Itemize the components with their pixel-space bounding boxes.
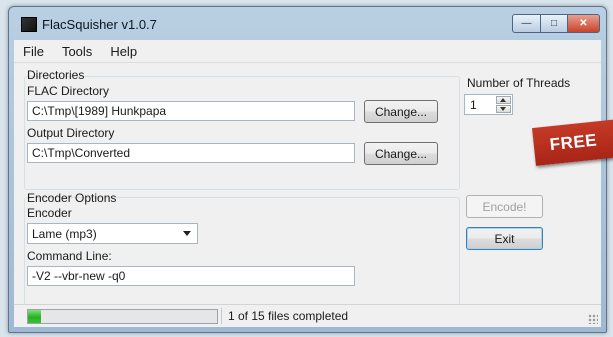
status-text: 1 of 15 files completed — [228, 309, 349, 323]
command-line-input[interactable]: -V2 --vbr-new -q0 — [27, 266, 355, 286]
encoder-select[interactable]: Lame (mp3) — [27, 223, 198, 244]
menu-file[interactable]: File — [14, 44, 53, 59]
command-line-label: Command Line: — [27, 249, 112, 263]
window-title: FlacSquisher v1.0.7 — [42, 17, 157, 32]
exit-button[interactable]: Exit — [466, 227, 543, 250]
status-bar: 1 of 15 files completed — [14, 304, 601, 327]
menu-tools[interactable]: Tools — [53, 44, 101, 59]
free-badge: FREE — [532, 118, 613, 166]
title-bar[interactable]: FlacSquisher v1.0.7 — □ ✕ — [9, 7, 606, 39]
maximize-button[interactable]: □ — [540, 14, 568, 33]
flac-change-button[interactable]: Change... — [364, 100, 438, 123]
spin-up-button[interactable] — [496, 96, 511, 104]
dropdown-arrow-icon — [183, 231, 191, 236]
app-icon — [21, 17, 37, 32]
threads-stepper[interactable]: 1 — [464, 94, 513, 115]
spin-down-button[interactable] — [496, 105, 511, 113]
status-divider — [221, 308, 222, 324]
close-button[interactable]: ✕ — [567, 14, 600, 33]
progress-bar — [27, 309, 218, 324]
menu-help[interactable]: Help — [101, 44, 146, 59]
directories-group-label: Directories — [27, 68, 85, 82]
menu-bar: File Tools Help — [14, 40, 601, 63]
chevron-down-icon — [500, 107, 506, 111]
flac-directory-input[interactable]: C:\Tmp\[1989] Hunkpapa — [27, 101, 355, 121]
encode-button[interactable]: Encode! — [466, 195, 543, 218]
threads-value: 1 — [470, 98, 477, 112]
output-directory-label: Output Directory — [27, 126, 115, 140]
main-panel: Directories FLAC Directory C:\Tmp\[1989]… — [14, 63, 601, 327]
output-directory-input[interactable]: C:\Tmp\Converted — [27, 143, 355, 163]
threads-spin-buttons — [496, 96, 511, 113]
chevron-up-icon — [500, 98, 506, 102]
encoder-label: Encoder — [27, 206, 72, 220]
encoder-options-group-label: Encoder Options — [27, 191, 117, 205]
minimize-button[interactable]: — — [512, 14, 541, 33]
progress-fill — [28, 310, 41, 323]
flac-directory-label: FLAC Directory — [27, 84, 110, 98]
encoder-selected-value: Lame (mp3) — [32, 227, 97, 241]
output-change-button[interactable]: Change... — [364, 142, 438, 165]
resize-grip-icon[interactable] — [588, 314, 598, 324]
threads-label: Number of Threads — [467, 76, 571, 90]
app-window: FlacSquisher v1.0.7 — □ ✕ File Tools Hel… — [8, 6, 607, 333]
